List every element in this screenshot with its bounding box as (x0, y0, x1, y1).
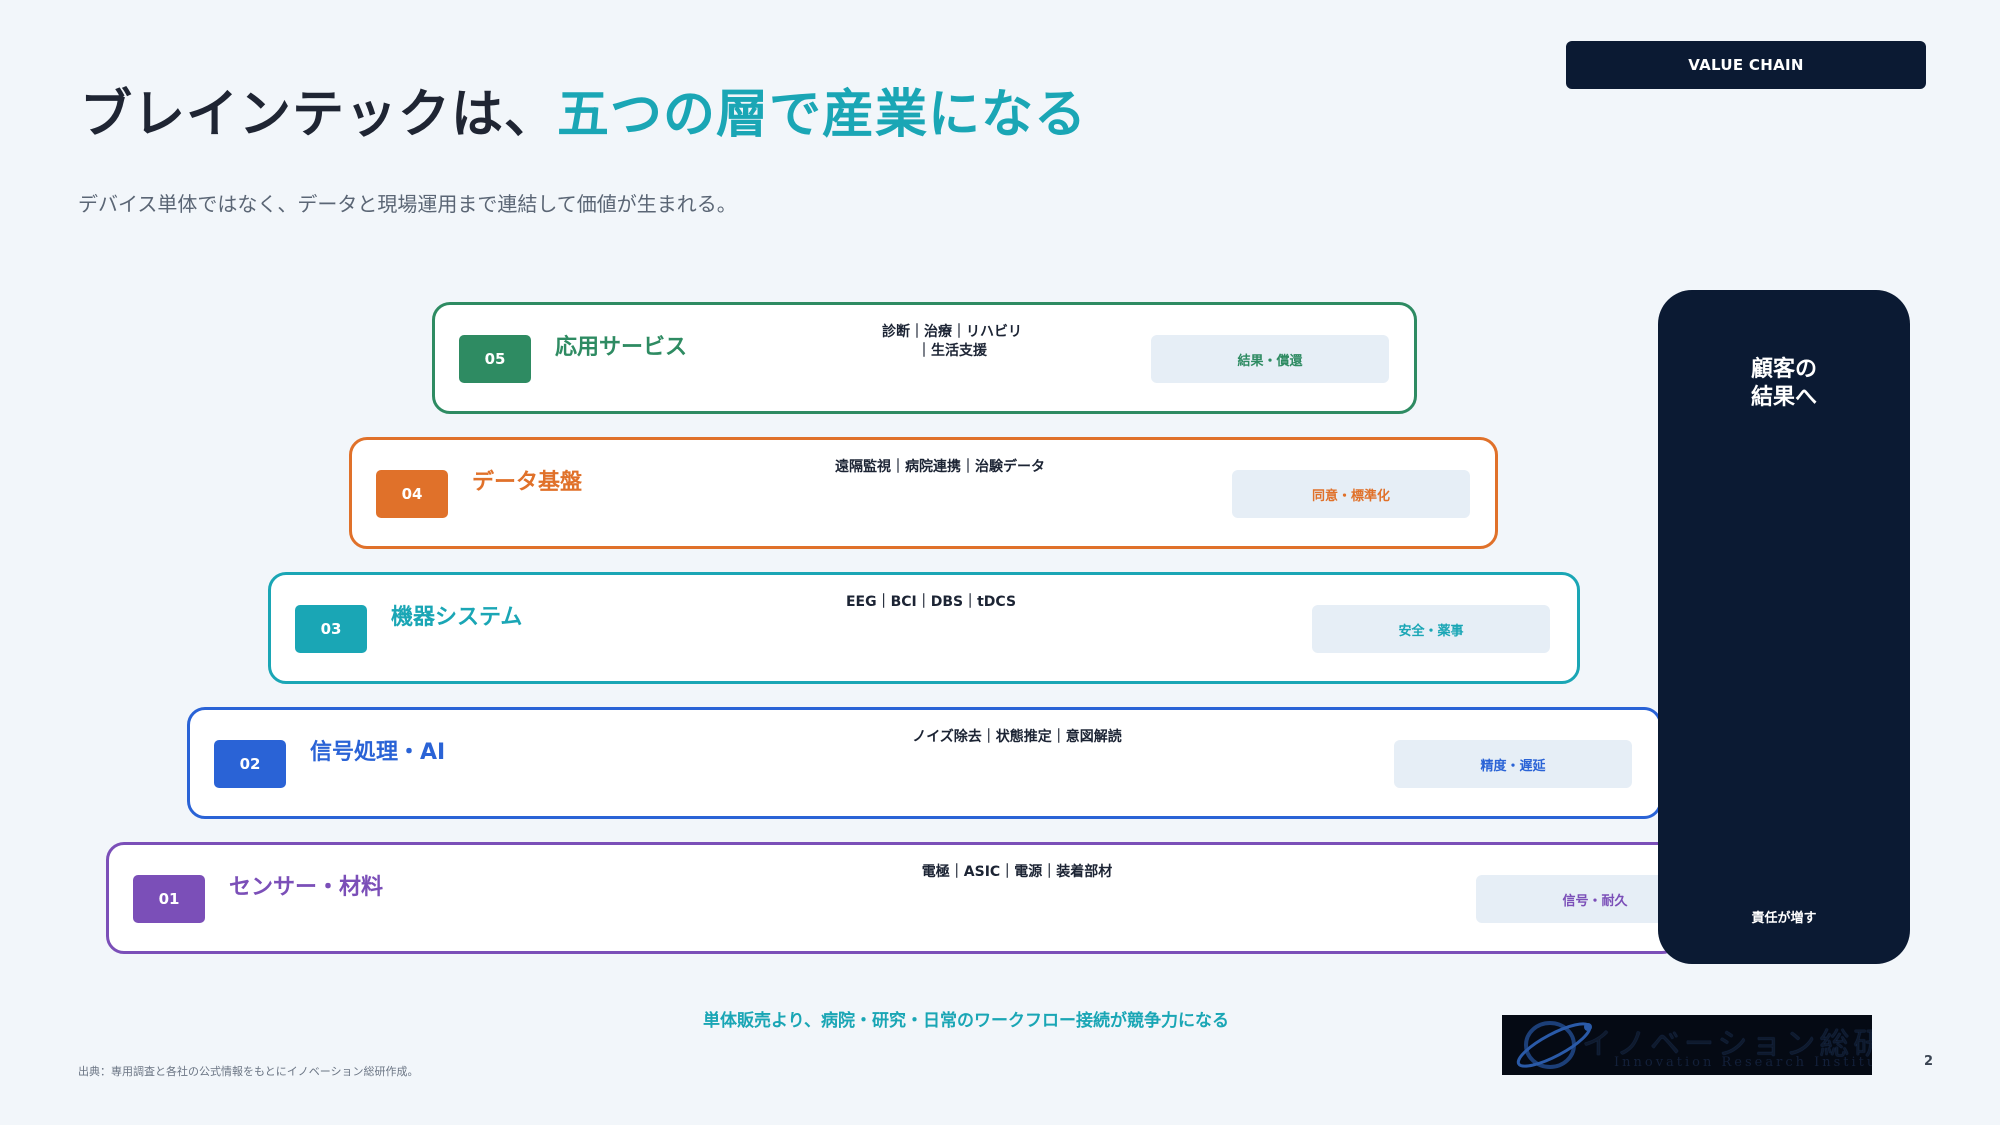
layer-number-badge: 05 (459, 335, 531, 383)
layer-01-sensors-materials: 01 センサー・材料 電極｜ASIC｜電源｜装着部材 信号・耐久 (106, 842, 1714, 954)
layer-description: 診断｜治療｜リハビリ｜生活支援 (882, 324, 1022, 359)
layer-02-signal-processing-ai: 02 信号処理・AI ノイズ除去｜状態推定｜意図解読 精度・遅延 (187, 707, 1662, 819)
layer-number-badge: 04 (376, 470, 448, 518)
layer-name: データ基盤 (472, 470, 583, 495)
page-subtitle: デバイス単体ではなく、データと現場運用まで連結して価値が生まれる。 (78, 192, 737, 216)
logo-text-en: Innovation Research Institute (1614, 1055, 1872, 1070)
page-title-accent: 五つの層で産業になる (557, 85, 1088, 145)
layer-03-device-systems: 03 機器システム EEG｜BCI｜DBS｜tDCS 安全・薬事 (268, 572, 1580, 684)
layer-tag: 結果・償還 (1151, 335, 1389, 383)
layer-name: 信号処理・AI (310, 740, 446, 765)
layer-description: 電極｜ASIC｜電源｜装着部材 (921, 864, 1113, 880)
source-note: 出典：専用調査と各社の公式情報をもとにイノベーション総研作成。 (78, 1065, 419, 1078)
page-title: ブレインテックは、五つの層で産業になる (80, 72, 1087, 147)
customer-outcome-title: 顧客の 結果へ (1750, 357, 1817, 410)
layer-number-badge: 02 (214, 740, 286, 788)
layer-05-application-services: 05 応用サービス 診断｜治療｜リハビリ｜生活支援 結果・償還 (432, 302, 1417, 414)
page-number: 2 (1924, 1054, 1934, 1069)
layer-04-data-platform: 04 データ基盤 遠隔監視｜病院連携｜治験データ 同意・標準化 (349, 437, 1498, 549)
layer-description: ノイズ除去｜状態推定｜意図解読 (912, 729, 1122, 745)
company-logo: イノベーション総研 Innovation Research Institute (1502, 1015, 1872, 1075)
layer-name: センサー・材料 (229, 875, 384, 900)
layer-number-badge: 01 (133, 875, 205, 923)
layer-name: 機器システム (391, 605, 523, 630)
layer-tag: 同意・標準化 (1232, 470, 1470, 518)
value-chain-badge: VALUE CHAIN (1566, 41, 1926, 89)
layer-name: 応用サービス (555, 335, 688, 360)
customer-outcome-panel: 顧客の 結果へ 責任が増す (1658, 290, 1910, 964)
layer-description: 遠隔監視｜病院連携｜治験データ (835, 459, 1045, 475)
responsibility-note: 責任が増す (1751, 911, 1817, 926)
layer-tag: 安全・薬事 (1312, 605, 1550, 653)
layer-tag: 精度・遅延 (1394, 740, 1632, 788)
page-title-main: ブレインテックは、 (80, 85, 558, 145)
layer-number-badge: 03 (295, 605, 367, 653)
layer-description: EEG｜BCI｜DBS｜tDCS (845, 594, 1017, 610)
